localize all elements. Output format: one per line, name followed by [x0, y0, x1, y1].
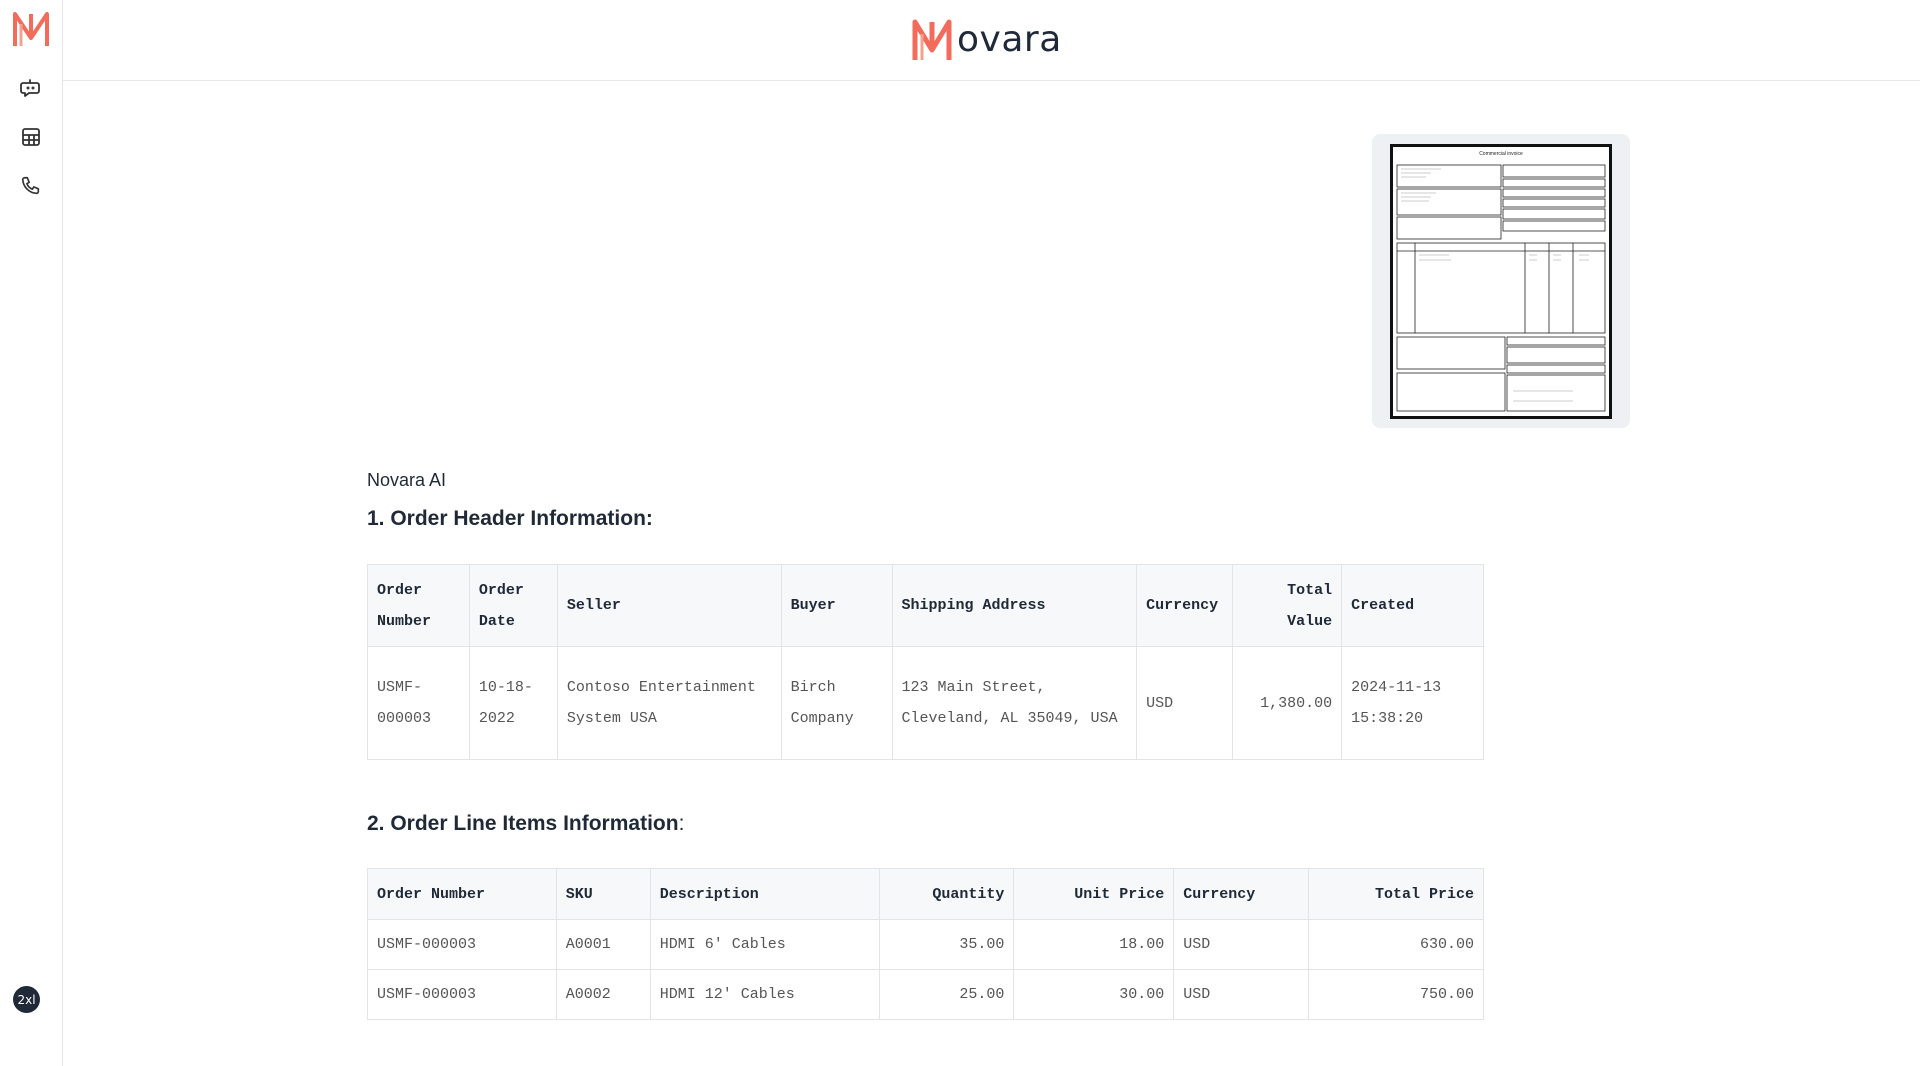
novara-logo-icon[interactable] [11, 10, 51, 50]
novara-n-logo-icon [912, 19, 952, 60]
table-cell: 2024-11-13 15:38:20 [1341, 646, 1484, 760]
table-grid-icon[interactable] [19, 125, 43, 149]
sidebar: 2xl [0, 0, 63, 1066]
table-header-row: Order Number SKU Description Quantity Un… [367, 868, 1484, 920]
table-cell: Birch Company [780, 646, 893, 760]
column-header: Total Price [1308, 868, 1484, 920]
order-lines-table: Order Number SKU Description Quantity Un… [367, 868, 1484, 1020]
column-header: Unit Price [1013, 868, 1175, 920]
table-cell: USD [1173, 969, 1310, 1020]
brand-wordmark: ovara [957, 19, 1062, 60]
column-header: Created [1341, 564, 1484, 647]
table-header-row: Order Number Order Date Seller Buyer Shi… [367, 564, 1484, 647]
chat-bot-icon[interactable] [19, 76, 43, 100]
table-row: USMF-000003 A0002 HDMI 12' Cables 25.00 … [367, 969, 1484, 1020]
table-cell: 10-18-2022 [468, 646, 558, 760]
attachment-thumbnail[interactable]: Commercial invoice [1372, 134, 1630, 428]
column-header: Shipping Address [891, 564, 1138, 647]
table-cell: A0002 [555, 969, 651, 1020]
table-cell: 630.00 [1308, 919, 1484, 970]
invoice-title: Commercial invoice [1479, 151, 1523, 157]
column-header: Order Number [367, 868, 557, 920]
table-cell: HDMI 12' Cables [649, 969, 880, 1020]
table-cell: USD [1136, 646, 1234, 760]
table-cell: 30.00 [1013, 969, 1175, 1020]
column-header: SKU [555, 868, 651, 920]
column-header: Description [649, 868, 880, 920]
table-cell: A0001 [555, 919, 651, 970]
invoice-preview-image: Commercial invoice [1390, 144, 1612, 419]
table-cell: USMF-000003 [367, 919, 557, 970]
table-cell: HDMI 6' Cables [649, 919, 880, 970]
table-row: USMF-000003 10-18-2022 Contoso Entertain… [367, 646, 1484, 760]
column-header: Buyer [780, 564, 893, 647]
top-header: ovara [63, 0, 1920, 81]
column-header: Seller [556, 564, 782, 647]
brand-logo: ovara [911, 18, 1062, 62]
column-header: Order Number [367, 564, 470, 647]
column-header: Currency [1173, 868, 1310, 920]
ai-response: Novara AI 1. Order Header Information: O… [367, 470, 1487, 1020]
table-cell: 123 Main Street, Cleveland, AL 35049, US… [891, 646, 1138, 760]
table-cell: 35.00 [878, 919, 1015, 970]
table-row: USMF-000003 A0001 HDMI 6' Cables 35.00 1… [367, 919, 1484, 970]
column-header: Quantity [878, 868, 1015, 920]
section-title-line-items: 2. Order Line Items Information: [367, 812, 1487, 836]
column-header: Currency [1136, 564, 1234, 647]
user-avatar-badge[interactable]: 2xl [13, 986, 40, 1013]
phone-icon[interactable] [19, 174, 43, 198]
table-cell: 750.00 [1308, 969, 1484, 1020]
section-title-order-header: 1. Order Header Information: [367, 507, 653, 530]
column-header: Total Value [1232, 564, 1343, 647]
message-sender: Novara AI [367, 470, 447, 490]
column-header: Order Date [468, 564, 558, 647]
table-cell: USMF-000003 [367, 646, 470, 760]
section-title-suffix: : [678, 812, 685, 835]
section-title-text: 2. Order Line Items Information [367, 812, 679, 835]
table-cell: 18.00 [1013, 919, 1175, 970]
order-header-table: Order Number Order Date Seller Buyer Shi… [367, 564, 1484, 760]
table-cell: 25.00 [878, 969, 1015, 1020]
table-cell: Contoso Entertainment System USA [556, 646, 782, 760]
table-cell: 1,380.00 [1232, 646, 1343, 760]
table-cell: USMF-000003 [367, 969, 557, 1020]
table-cell: USD [1173, 919, 1310, 970]
